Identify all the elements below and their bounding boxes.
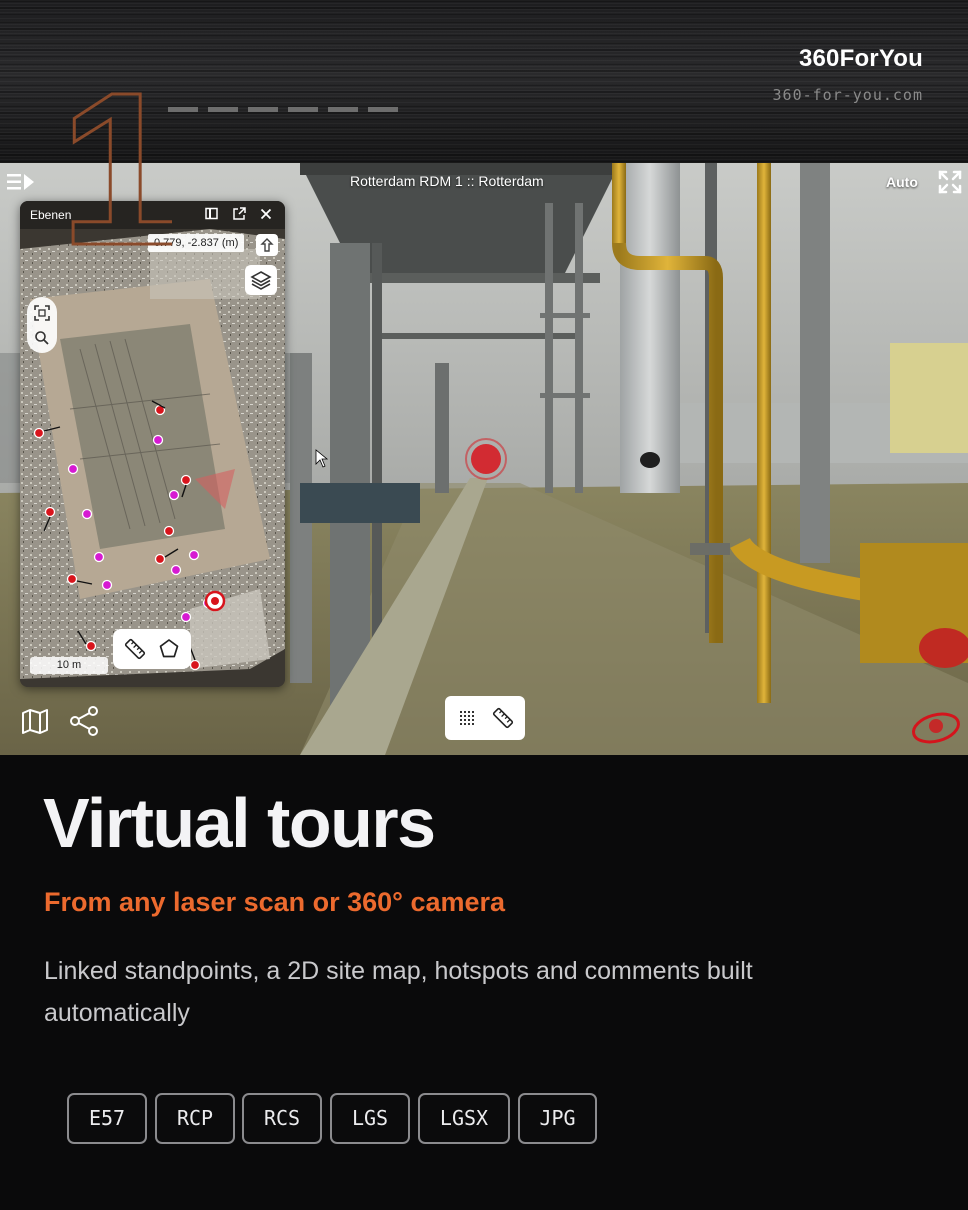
map-search-button[interactable]	[31, 327, 53, 349]
menu-toggle-button[interactable]	[6, 171, 36, 193]
description: Linked standpoints, a 2D site map, hotsp…	[44, 957, 753, 1027]
format-chip: LGS	[330, 1093, 410, 1144]
tour-title: Rotterdam RDM 1 :: Rotterdam	[350, 173, 544, 189]
popout-button[interactable]	[231, 206, 247, 222]
auto-rotate-toggle[interactable]: Auto	[886, 174, 918, 190]
layers-button[interactable]	[245, 265, 277, 295]
pentagon-icon	[159, 639, 179, 658]
fit-view-icon	[34, 305, 50, 321]
viewer-toolbar	[445, 696, 525, 740]
share-icon	[70, 706, 98, 736]
grid-icon	[460, 711, 474, 725]
scale-label: 10 m	[56, 659, 82, 671]
site-map[interactable]	[20, 229, 285, 687]
map-toggle-button[interactable]	[20, 706, 50, 736]
subheadline: From any laser scan or 360° camera	[44, 887, 506, 917]
format-chip: RCS	[242, 1093, 322, 1144]
svg-text:1: 1	[62, 68, 172, 250]
dock-icon	[205, 207, 218, 220]
format-chip: RCP	[155, 1093, 235, 1144]
close-icon	[260, 208, 272, 220]
ruler-icon	[124, 638, 146, 660]
brand-name: 360ForYou	[798, 45, 923, 72]
layers-icon	[250, 271, 272, 290]
format-chip: E57	[67, 1093, 147, 1144]
ruler-icon	[492, 707, 514, 729]
brand-url[interactable]: 360-for-you.com	[773, 86, 923, 104]
step-number: 1	[62, 68, 172, 250]
watermark-logo	[912, 712, 960, 744]
dashed-divider	[168, 107, 408, 112]
headline: Virtual tours	[43, 784, 436, 862]
fullscreen-button[interactable]	[937, 169, 963, 195]
map-scale-bar: 10 m	[30, 657, 108, 674]
fullscreen-icon	[938, 170, 962, 194]
dock-button[interactable]	[204, 206, 220, 222]
arrow-up-icon	[260, 238, 274, 252]
grid-button[interactable]	[453, 704, 481, 732]
map-zoom-controls	[27, 297, 57, 353]
measure-area-button[interactable]	[155, 635, 183, 663]
map-panel[interactable]: Ebenen 0.779, -2.837 (m) 10 m	[20, 201, 285, 687]
format-chip: LGSX	[418, 1093, 510, 1144]
search-icon	[35, 331, 49, 345]
popout-icon	[233, 207, 246, 220]
panorama-viewer[interactable]: Rotterdam RDM 1 :: Rotterdam Auto Ebenen	[0, 163, 968, 755]
measure-button[interactable]	[489, 704, 517, 732]
measure-distance-button[interactable]	[121, 635, 149, 663]
share-button[interactable]	[68, 704, 102, 738]
map-icon	[22, 709, 48, 734]
coordinate-up-button[interactable]	[256, 234, 278, 256]
map-measure-toolbar	[113, 629, 191, 669]
menu-toggle-icon	[7, 174, 34, 190]
fit-view-button[interactable]	[31, 302, 53, 324]
close-map-button[interactable]	[258, 206, 274, 222]
format-chip: JPG	[518, 1093, 597, 1144]
